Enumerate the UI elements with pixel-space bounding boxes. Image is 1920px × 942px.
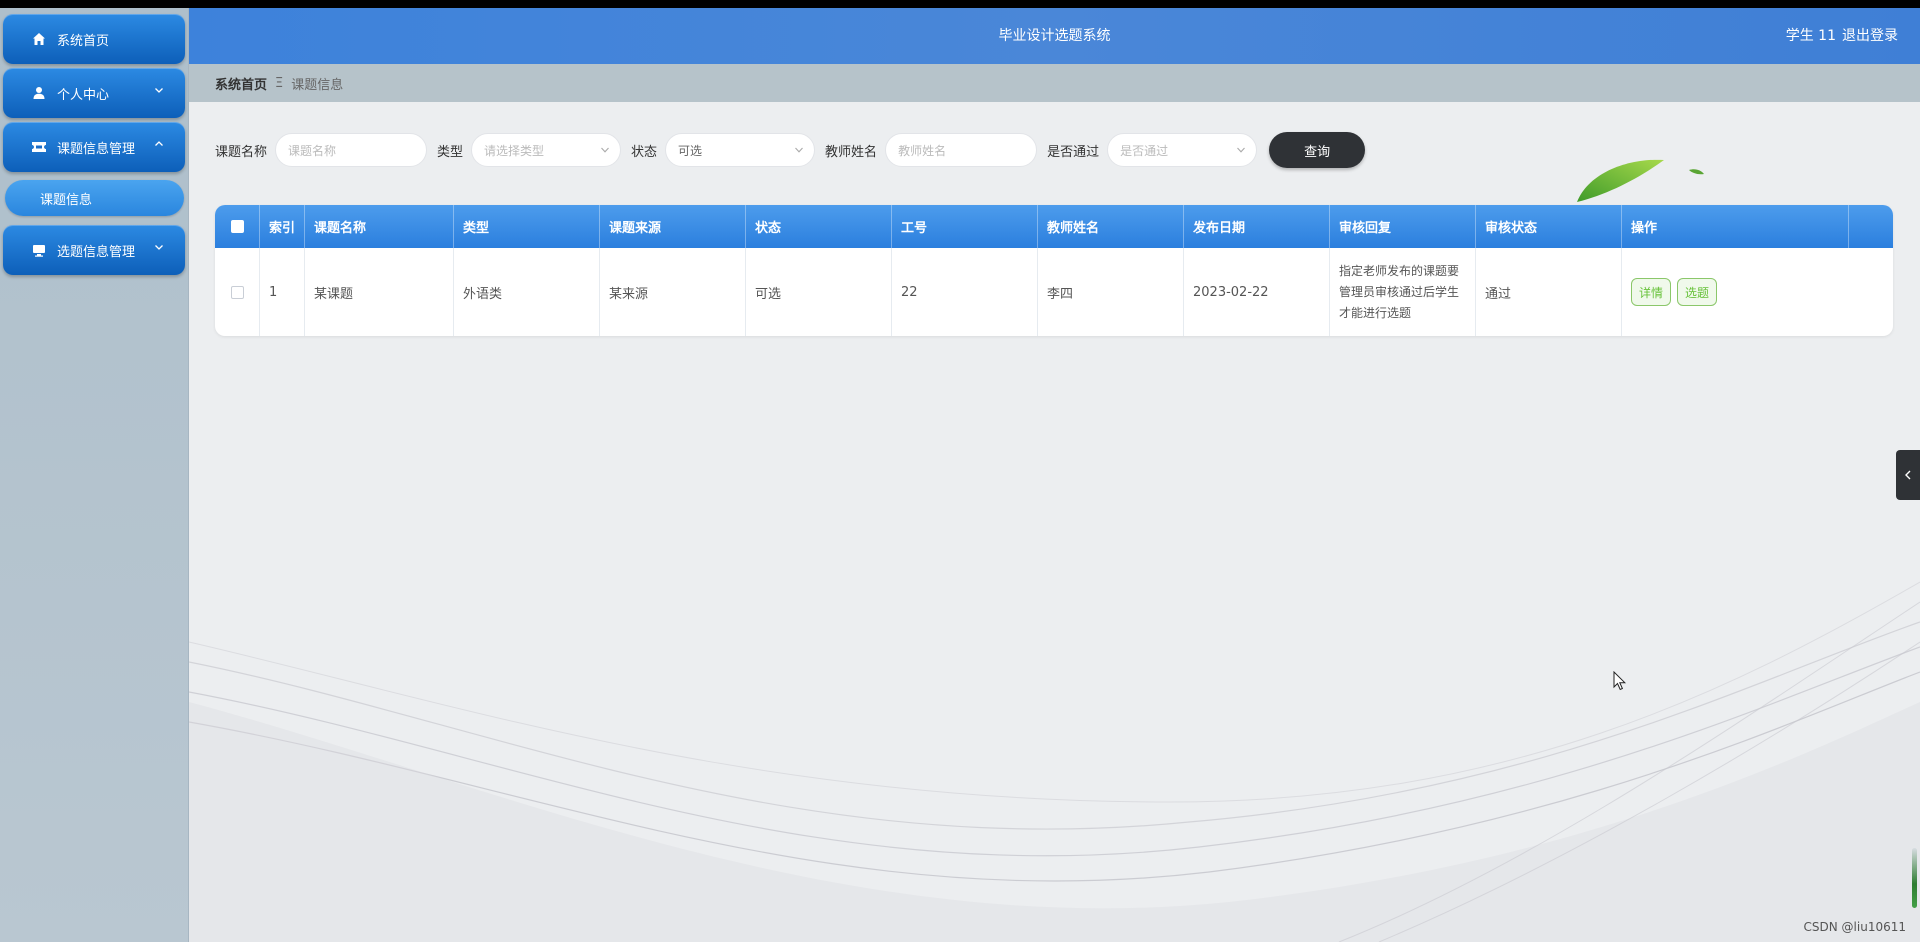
watermark: CSDN @liu10611 xyxy=(1803,920,1906,934)
row-checkbox[interactable] xyxy=(230,285,244,299)
topic-name-label: 课题名称 xyxy=(215,144,268,160)
cell-source: 某来源 xyxy=(600,248,746,336)
column-header: 状态 xyxy=(746,205,892,248)
sidebar-subitem-label: 课题信息 xyxy=(40,192,93,208)
cell-type: 外语类 xyxy=(454,248,600,336)
column-header: 审核回复 xyxy=(1330,205,1476,248)
current-user: 学生 11 xyxy=(1785,28,1836,44)
sidebar-subitem-topic-info[interactable]: 课题信息 xyxy=(5,180,184,216)
chevron-down-icon xyxy=(795,147,803,153)
monitor-icon xyxy=(31,242,47,258)
chevron-left-icon xyxy=(1905,470,1911,480)
leaf-decoration xyxy=(1577,159,1664,202)
home-icon xyxy=(31,31,47,47)
cell-review-status: 通过 xyxy=(1476,248,1622,336)
column-header: 索引 xyxy=(260,205,305,248)
table-row: 1 某课题 外语类 某来源 可选 22 李四 2023-02-22 指定老师发布… xyxy=(215,248,1893,336)
breadcrumb-current: 课题信息 xyxy=(291,77,344,93)
column-header: 审核状态 xyxy=(1476,205,1622,248)
cell-status: 可选 xyxy=(746,248,892,336)
query-button[interactable]: 查询 xyxy=(1269,132,1366,168)
select-topic-button[interactable]: 选题 xyxy=(1677,278,1718,306)
status-value: 可选 xyxy=(678,143,703,158)
column-header: 工号 xyxy=(892,205,1038,248)
teacher-name-label: 教师姓名 xyxy=(825,144,878,160)
table-header: 索引 课题名称 类型 课题来源 状态 工号 教师姓名 发布日期 审核回复 审核状… xyxy=(215,205,1893,248)
approved-label: 是否通过 xyxy=(1047,144,1100,160)
main-content: 课题名称 课题名称 类型 请选择类型 状态 可选 教师姓名 教师姓名 是否通过 … xyxy=(189,102,1920,942)
chevron-up-icon xyxy=(155,141,163,146)
window-top-strip xyxy=(0,0,1920,8)
column-header: 操作 xyxy=(1622,205,1849,248)
cell-index: 1 xyxy=(260,248,305,336)
topic-name-placeholder: 课题名称 xyxy=(288,143,337,158)
logout-link[interactable]: 退出登录 xyxy=(1842,8,1898,64)
sidebar-item-label: 系统首页 xyxy=(57,33,110,49)
cell-job-number: 22 xyxy=(892,248,1038,336)
collapse-panel-button[interactable] xyxy=(1896,450,1920,500)
breadcrumb: 系统首页 Ξ 课题信息 xyxy=(189,64,1920,102)
cell-teacher-name: 李四 xyxy=(1038,248,1184,336)
status-select[interactable]: 可选 xyxy=(665,133,816,167)
breadcrumb-separator: Ξ xyxy=(275,75,284,91)
cell-review-reply: 指定老师发布的课题要管理员审核通过后学生才能进行选题 xyxy=(1330,248,1476,336)
chevron-down-icon xyxy=(1237,147,1245,153)
chevron-down-icon xyxy=(601,147,609,153)
status-label: 状态 xyxy=(631,144,658,160)
app-title: 毕业设计选题系统 xyxy=(998,28,1111,44)
select-all-checkbox[interactable] xyxy=(230,220,244,233)
sidebar-item-label: 个人中心 xyxy=(57,87,110,103)
cell-topic-name: 某课题 xyxy=(305,248,454,336)
column-header: 课题来源 xyxy=(600,205,746,248)
sidebar-item-label: 选题信息管理 xyxy=(57,244,136,260)
sidebar-item-label: 课题信息管理 xyxy=(57,141,136,157)
approved-select[interactable]: 是否通过 xyxy=(1107,133,1258,167)
user-icon xyxy=(31,85,47,101)
approved-placeholder: 是否通过 xyxy=(1120,143,1169,158)
topic-table: 索引 课题名称 类型 课题来源 状态 工号 教师姓名 发布日期 审核回复 审核状… xyxy=(215,205,1893,336)
teacher-name-input[interactable]: 教师姓名 xyxy=(885,133,1038,167)
sidebar-item-home[interactable]: 系统首页 xyxy=(3,14,185,64)
cell-actions: 详情 选题 xyxy=(1622,248,1849,336)
scroll-indicator xyxy=(1912,848,1917,908)
row-select-cell xyxy=(215,248,260,336)
review-reply-text: 指定老师发布的课题要管理员审核通过后学生才能进行选题 xyxy=(1339,263,1460,320)
mouse-cursor-icon xyxy=(1613,671,1627,691)
breadcrumb-home[interactable]: 系统首页 xyxy=(215,74,267,93)
type-select[interactable]: 请选择类型 xyxy=(471,133,622,167)
sidebar-item-selection-management[interactable]: 选题信息管理 xyxy=(3,225,185,275)
sidebar-item-personal-center[interactable]: 个人中心 xyxy=(3,68,185,118)
column-header: 发布日期 xyxy=(1184,205,1330,248)
sidebar: 系统首页 个人中心 课题信息管理 课题信息 选题信息管理 xyxy=(0,8,189,942)
app-header: 毕业设计选题系统 学生 11 退出登录 xyxy=(189,8,1920,64)
type-placeholder: 请选择类型 xyxy=(484,143,545,158)
teacher-name-placeholder: 教师姓名 xyxy=(898,143,947,158)
detail-button[interactable]: 详情 xyxy=(1631,278,1672,306)
type-label: 类型 xyxy=(437,144,464,160)
sidebar-item-topic-management[interactable]: 课题信息管理 xyxy=(3,122,185,172)
column-header: 课题名称 xyxy=(305,205,454,248)
column-header: 教师姓名 xyxy=(1038,205,1184,248)
cell-publish-date: 2023-02-22 xyxy=(1184,248,1330,336)
column-header: 类型 xyxy=(454,205,600,248)
search-bar: 课题名称 课题名称 类型 请选择类型 状态 可选 教师姓名 教师姓名 是否通过 … xyxy=(215,132,1366,168)
chevron-down-icon xyxy=(155,245,163,250)
topic-name-input[interactable]: 课题名称 xyxy=(275,133,428,167)
ticket-icon xyxy=(31,139,47,155)
select-all-cell xyxy=(215,205,260,248)
chevron-down-icon xyxy=(155,88,163,93)
